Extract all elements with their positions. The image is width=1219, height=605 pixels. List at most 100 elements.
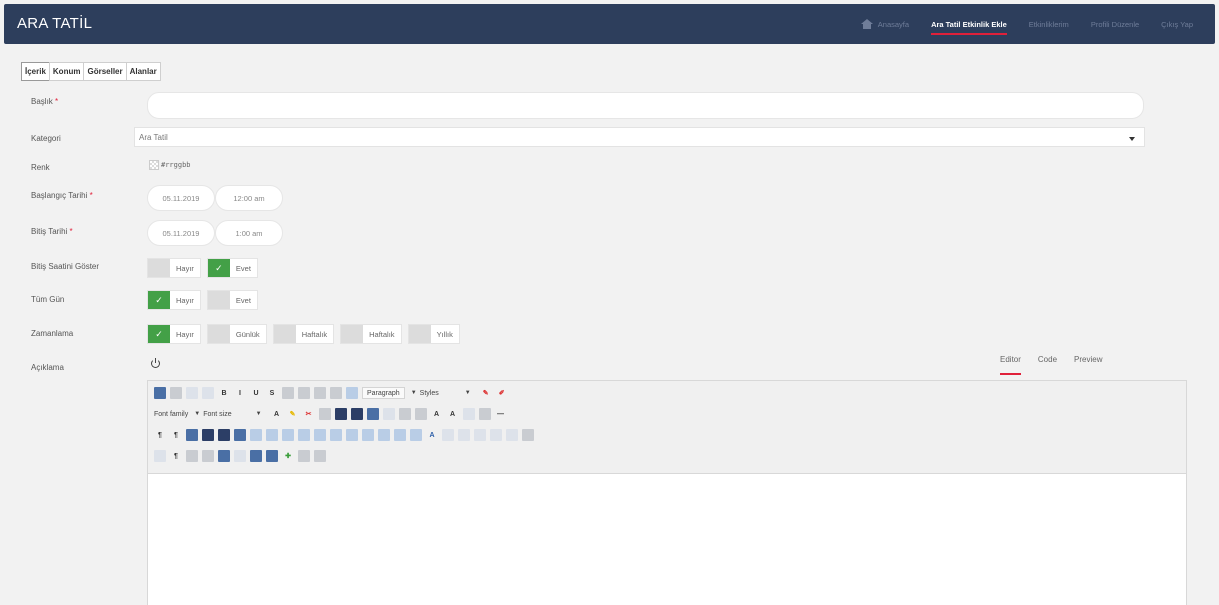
tab-gorseller[interactable]: Görseller [83, 62, 127, 81]
superscript-icon[interactable]: A [447, 408, 459, 420]
zamanlama-hayir[interactable]: ✓ Hayır [147, 324, 201, 344]
unlink-icon[interactable] [234, 450, 246, 462]
tab-alanlar[interactable]: Alanlar [125, 62, 161, 81]
align-left-icon[interactable] [282, 387, 294, 399]
show-blocks-icon[interactable]: ¶ [170, 450, 182, 462]
fullscreen-icon[interactable] [186, 429, 198, 441]
strikethrough-icon[interactable]: S [266, 387, 278, 399]
baslangic-time-input[interactable]: 12:00 am [215, 185, 283, 211]
nav-logout[interactable]: Çıkış Yap [1161, 4, 1193, 44]
table-props-icon[interactable] [250, 429, 262, 441]
attribs-icon[interactable] [506, 429, 518, 441]
insert-media-icon[interactable] [202, 450, 214, 462]
power-icon[interactable] [151, 358, 161, 368]
nav-my-events[interactable]: Etkinliklerim [1029, 4, 1069, 44]
row-props-icon[interactable] [282, 429, 294, 441]
horizontal-rule-icon[interactable]: — [495, 408, 507, 420]
anchor-icon[interactable] [218, 450, 230, 462]
paragraph-select[interactable]: Paragraph [362, 387, 405, 399]
insert-col-after-icon[interactable] [362, 429, 374, 441]
ltr-icon[interactable]: ¶ [154, 429, 166, 441]
rtl-icon[interactable]: ¶ [170, 429, 182, 441]
tab-konum[interactable]: Konum [48, 62, 85, 81]
numbered-list-icon[interactable] [398, 408, 411, 420]
mode-preview[interactable]: Preview [1074, 355, 1102, 364]
nav-edit-profile[interactable]: Profili Düzenle [1091, 4, 1139, 44]
hr-icon[interactable] [250, 450, 262, 462]
baslangic-date-input[interactable]: 05.11.2019 [147, 185, 215, 211]
del-icon[interactable] [490, 429, 502, 441]
bitis-time-input[interactable]: 1:00 am [215, 220, 283, 246]
styles-caret[interactable]: ▼ [465, 390, 474, 396]
zamanlama-haftalik-2[interactable]: Haftalık [340, 324, 402, 344]
align-right-icon[interactable] [314, 387, 326, 399]
tum-gun-hayir[interactable]: ✓ Hayır [147, 290, 201, 310]
ins-icon[interactable] [474, 429, 486, 441]
abbr-icon[interactable] [442, 429, 454, 441]
styles-select[interactable]: ▼ Styles [411, 390, 439, 397]
color-picker[interactable]: #rrggbb [149, 160, 191, 170]
mode-editor[interactable]: Editor [1000, 355, 1021, 375]
nav-home[interactable]: Anasayfa [860, 4, 909, 44]
new-doc-icon[interactable] [170, 387, 182, 399]
redo-icon[interactable] [202, 387, 214, 399]
print-icon[interactable] [202, 429, 214, 441]
paste-icon[interactable] [334, 408, 347, 420]
template-icon[interactable] [522, 429, 534, 441]
bitis-saat-evet[interactable]: ✓ Evet [206, 258, 258, 278]
merge-cell-icon[interactable] [410, 429, 422, 441]
link-icon[interactable]: ✚ [282, 450, 294, 462]
insert-row-after-icon[interactable] [314, 429, 326, 441]
font-size-caret[interactable]: ▼ [256, 411, 265, 417]
baslik-input[interactable] [147, 92, 1144, 119]
font-size-select[interactable]: ▼ Font size [194, 411, 231, 418]
insert-col-before-icon[interactable] [346, 429, 358, 441]
zamanlama-yillik[interactable]: Yıllık [407, 324, 460, 344]
align-center-icon[interactable] [298, 387, 310, 399]
text-color-icon[interactable]: A [271, 408, 283, 420]
nav-add-event[interactable]: Ara Tatil Etkinlik Ekle [931, 4, 1007, 44]
bitis-saat-hayir[interactable]: Hayır [147, 258, 201, 278]
underline-icon[interactable]: U [250, 387, 262, 399]
zamanlama-haftalik-1[interactable]: Haftalık [272, 324, 335, 344]
delete-col-icon[interactable] [378, 429, 390, 441]
kategori-select[interactable]: Ara Tatil [134, 127, 1145, 147]
table-icon[interactable] [234, 429, 246, 441]
bold-icon[interactable]: B [218, 387, 230, 399]
cut-icon[interactable]: ✂ [303, 408, 315, 420]
delete-row-icon[interactable] [330, 429, 342, 441]
clear-format-icon[interactable]: ✎ [480, 387, 492, 399]
paste-text-icon[interactable] [350, 408, 363, 420]
outdent-icon[interactable] [382, 408, 395, 420]
highlight-icon[interactable]: ✎ [287, 408, 299, 420]
tab-icerik[interactable]: İçerik [21, 62, 50, 81]
tum-gun-evet[interactable]: Evet [206, 290, 258, 310]
mode-code[interactable]: Code [1038, 355, 1057, 364]
spellcheck-icon[interactable]: A [426, 429, 438, 441]
format-painter-icon[interactable]: ✐ [496, 387, 508, 399]
find-icon[interactable] [218, 429, 230, 441]
italic-icon[interactable]: I [234, 387, 246, 399]
insert-image-icon[interactable] [186, 450, 198, 462]
special-char-icon[interactable] [478, 408, 491, 420]
visual-aid-icon[interactable] [154, 450, 166, 462]
brand-logo[interactable]: ARA TATİL [17, 15, 92, 32]
split-cell-icon[interactable] [394, 429, 406, 441]
block-format-icon[interactable] [346, 387, 358, 399]
preview-icon[interactable] [314, 450, 326, 462]
insert-row-before-icon[interactable] [298, 429, 310, 441]
acronym-icon[interactable] [458, 429, 470, 441]
align-justify-icon[interactable] [330, 387, 342, 399]
indent-icon[interactable] [462, 408, 475, 420]
subscript-icon[interactable]: A [431, 408, 443, 420]
copy-icon[interactable] [318, 408, 331, 420]
font-family-select[interactable]: Font family [154, 411, 188, 418]
zamanlama-gunluk[interactable]: Günlük [206, 324, 267, 344]
bitis-date-input[interactable]: 05.11.2019 [147, 220, 215, 246]
bullet-list-icon[interactable] [414, 408, 427, 420]
image-manager-icon[interactable] [266, 450, 278, 462]
undo-icon[interactable] [186, 387, 198, 399]
paste-word-icon[interactable] [366, 408, 379, 420]
cell-props-icon[interactable] [266, 429, 278, 441]
help-icon[interactable] [154, 387, 166, 399]
